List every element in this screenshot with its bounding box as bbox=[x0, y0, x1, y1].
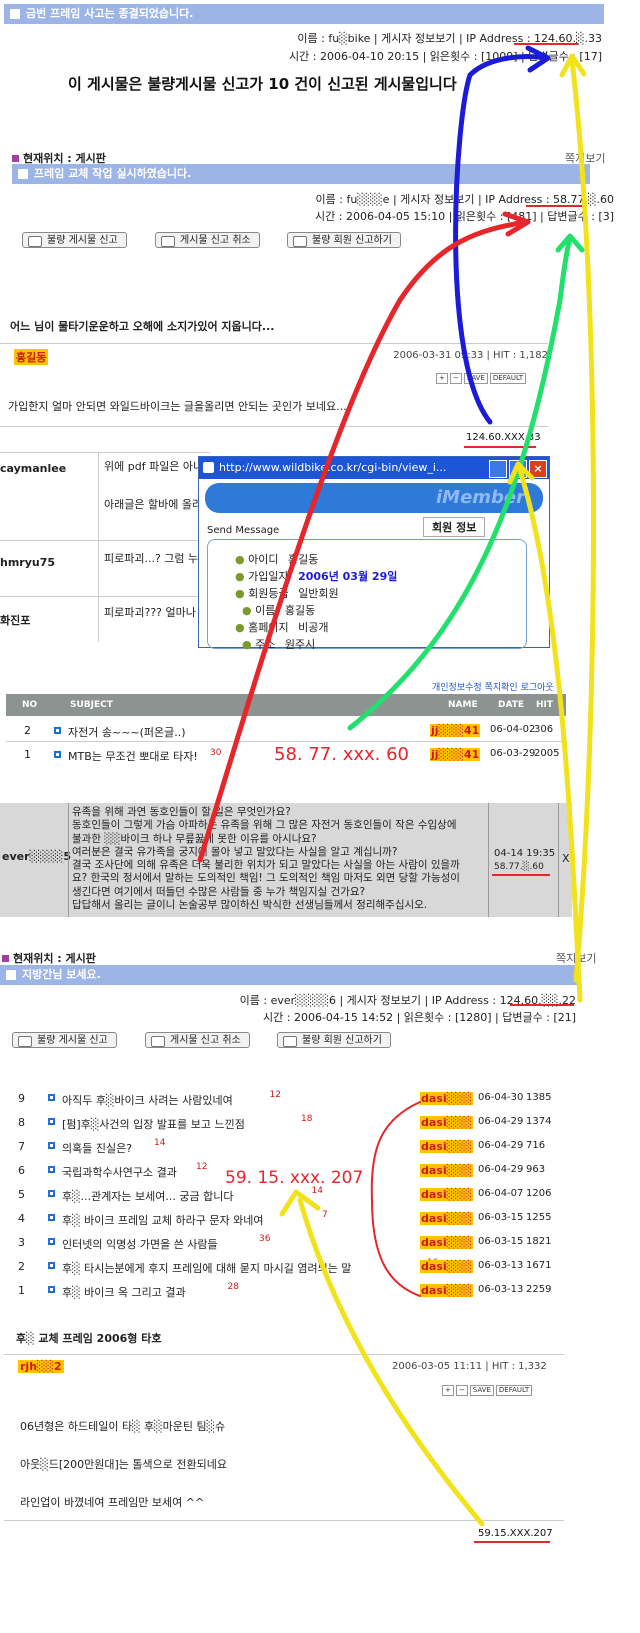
yellow-arrow-mid bbox=[517, 467, 583, 1003]
red-bracket bbox=[370, 1101, 421, 1297]
red-arrow bbox=[197, 219, 528, 863]
yellow-arrow-top bbox=[569, 57, 597, 983]
annotation-arrows bbox=[197, 45, 597, 1527]
yellow-arrow-bottom bbox=[297, 1197, 485, 1527]
